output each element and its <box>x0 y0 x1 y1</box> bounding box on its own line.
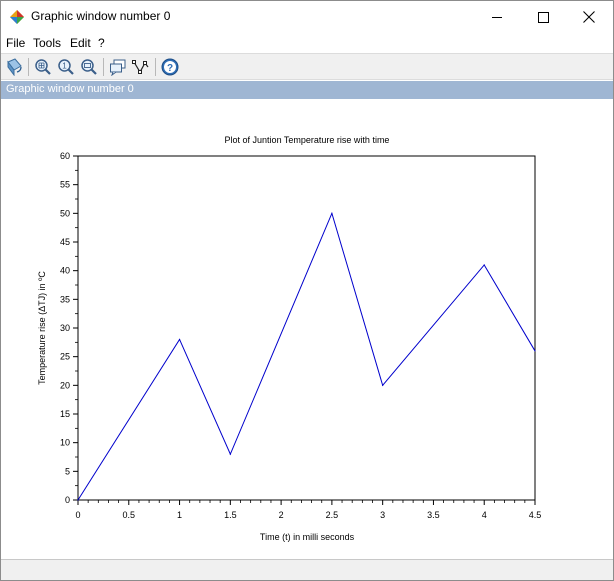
minimize-button[interactable] <box>474 1 520 33</box>
svg-text:?: ? <box>167 63 173 74</box>
menu-help[interactable]: ? <box>98 36 105 50</box>
rotate-tool-icon <box>7 58 22 76</box>
axes: 0 0.5 1 1.5 2 2.5 3 3.5 4 4.5 0 5 10 15 20 25 30 35 40 45 50… <box>60 151 541 520</box>
window-title: Graphic window number 0 <box>31 9 171 23</box>
data-point <box>77 499 79 501</box>
y-tick-label: 40 <box>60 266 70 276</box>
data-point <box>382 384 384 386</box>
x-axis-label: Time (t) in milli seconds <box>260 532 355 542</box>
y-tick-label: 35 <box>60 294 70 304</box>
zoom-out-button[interactable] <box>78 56 100 78</box>
toolbar-separator <box>103 58 104 76</box>
x-tick-label: 4.5 <box>529 510 542 520</box>
y-axis-label: Temperature rise (ΔTJ) in ºC <box>37 271 47 385</box>
toolbar-separator <box>155 58 156 76</box>
y-tick-label: 30 <box>60 323 70 333</box>
scilab-logo-icon <box>10 10 24 24</box>
line-chart: Plot of Juntion Temperature rise with ti… <box>37 135 541 542</box>
data-point <box>178 338 181 341</box>
menu-tools[interactable]: Tools <box>33 36 61 50</box>
datatip-icon <box>110 59 126 76</box>
y-tick-label: 20 <box>60 380 70 390</box>
maximize-button[interactable] <box>520 1 566 33</box>
zoom-in-button[interactable] <box>32 56 54 78</box>
y-tick-label: 0 <box>65 495 70 505</box>
chart-title: Plot of Juntion Temperature rise with ti… <box>225 135 390 145</box>
y-tick-label: 50 <box>60 208 70 218</box>
menu-bar: File Tools Edit ? <box>1 33 613 53</box>
help-icon: ? <box>161 58 179 76</box>
maximize-icon <box>537 11 549 23</box>
edit-curve-icon <box>132 60 149 74</box>
x-tick-label: 0 <box>75 510 80 520</box>
datatip-button[interactable] <box>107 56 129 78</box>
y-tick-label: 60 <box>60 151 70 161</box>
x-tick-label: 0.5 <box>123 510 136 520</box>
x-tick-label: 1 <box>177 510 182 520</box>
edit-curve-button[interactable] <box>130 56 152 78</box>
close-button[interactable] <box>566 1 612 33</box>
x-tick-label: 3 <box>380 510 385 520</box>
status-bar <box>1 559 613 580</box>
series-group <box>77 211 536 501</box>
zoom-in-icon <box>35 59 51 75</box>
help-button[interactable]: ? <box>159 56 181 78</box>
title-bar: Graphic window number 0 <box>1 1 613 33</box>
plot-area <box>77 155 536 501</box>
menu-edit[interactable]: Edit <box>70 36 91 50</box>
data-point <box>534 350 536 352</box>
y-tick-label: 25 <box>60 352 70 362</box>
x-tick-label: 3.5 <box>427 510 440 520</box>
figure-info-bar: Graphic window number 0 <box>1 81 613 99</box>
x-tick-label: 1.5 <box>224 510 237 520</box>
x-tick-label: 4 <box>482 510 487 520</box>
series-line <box>77 211 536 501</box>
minimize-icon <box>491 16 502 18</box>
y-tick-label: 10 <box>60 438 70 448</box>
y-tick-label: 15 <box>60 409 70 419</box>
svg-text:1: 1 <box>62 62 67 71</box>
close-icon <box>583 11 595 23</box>
y-tick-label: 5 <box>65 466 70 476</box>
zoom-out-icon <box>81 59 97 75</box>
y-tick-label: 55 <box>60 180 70 190</box>
data-point <box>483 264 485 266</box>
zoom-reset-icon: 1 <box>58 59 74 75</box>
menu-file[interactable]: File <box>6 36 25 50</box>
zoom-reset-button[interactable]: 1 <box>55 56 77 78</box>
data-point <box>331 212 333 214</box>
x-tick-label: 2 <box>279 510 284 520</box>
toolbar-separator <box>28 58 29 76</box>
x-tick-label: 2.5 <box>326 510 339 520</box>
y-tick-label: 45 <box>60 237 70 247</box>
rotate-tool-button[interactable] <box>3 56 25 78</box>
data-point <box>229 453 231 455</box>
figure-info-text: Graphic window number 0 <box>6 83 134 95</box>
graphic-canvas[interactable]: Plot of Juntion Temperature rise with ti… <box>1 99 613 559</box>
toolbar: 1 ? <box>1 53 613 80</box>
graphic-window: Graphic window number 0 File Tools Edit … <box>0 0 614 581</box>
